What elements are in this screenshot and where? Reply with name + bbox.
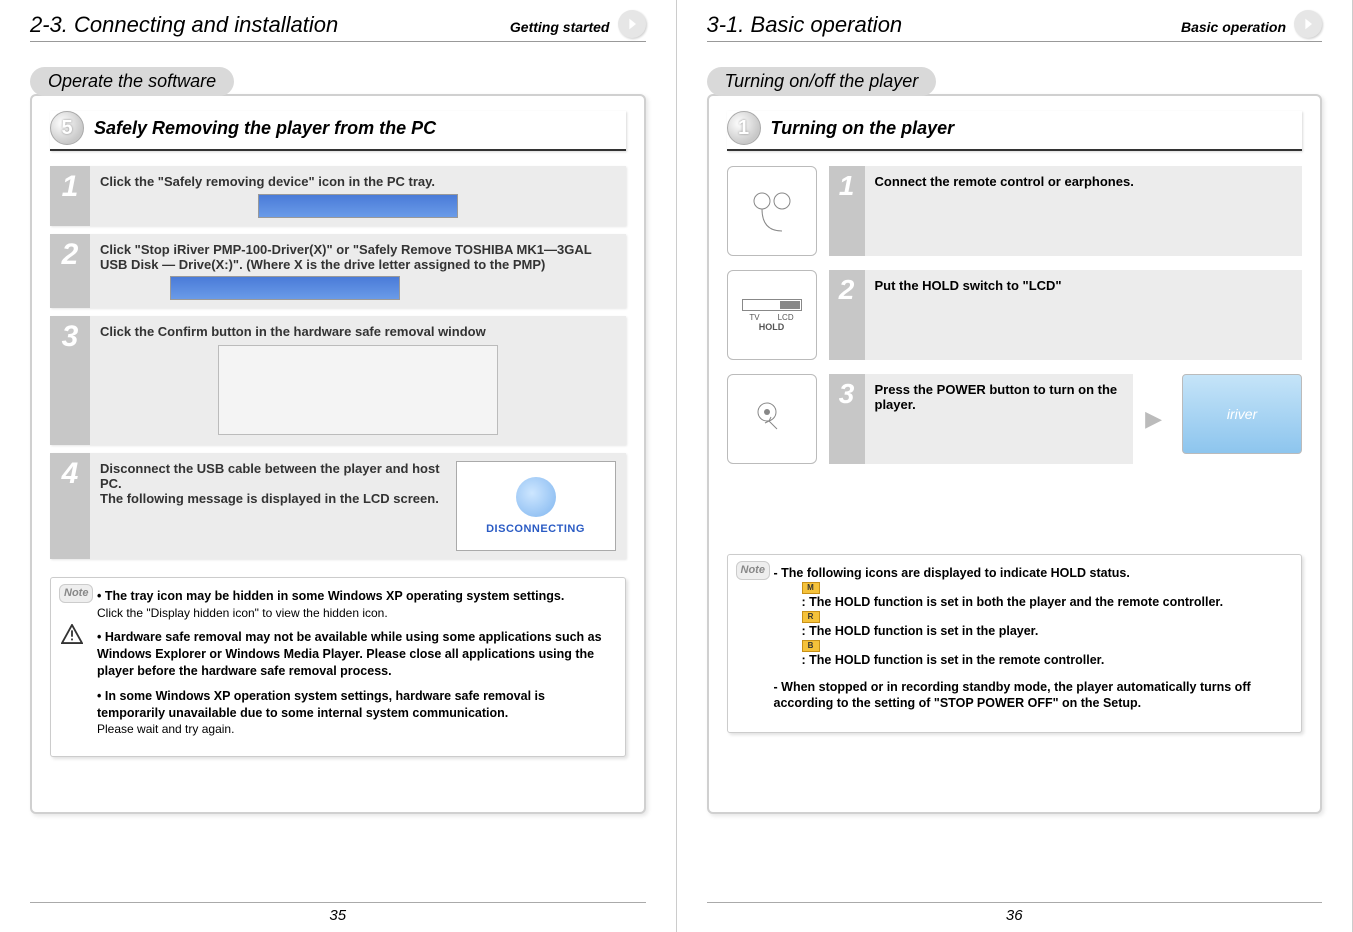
note-text: The following icons are displayed to ind…: [781, 566, 1130, 580]
step-text: Disconnect the USB cable between the pla…: [100, 461, 446, 506]
forward-arrow-icon: [1294, 10, 1322, 38]
forward-arrow-icon: [618, 10, 646, 38]
note-item: The following icons are displayed to ind…: [774, 565, 1290, 669]
iriver-logo-icon: iriver: [1182, 374, 1302, 454]
step-2: 2 Click "Stop iRiver PMP-100-Driver(X)" …: [50, 234, 626, 308]
step-number: 2: [50, 234, 90, 308]
step-3: 3 Click the Confirm button in the hardwa…: [50, 316, 626, 445]
step-text: Click the "Safely removing device" icon …: [100, 174, 435, 189]
note-text: In some Windows XP operation system sett…: [97, 689, 545, 720]
disconnect-label: DISCONNECTING: [486, 523, 585, 535]
popup-screenshot-icon: [170, 276, 400, 300]
note-badge-icon: Note: [736, 561, 770, 580]
subheading-row: 5 Safely Removing the player from the PC: [50, 111, 626, 151]
content-tab: Operate the software: [30, 67, 234, 96]
step-number: 1: [50, 166, 90, 226]
note-text: Hardware safe removal may not be availab…: [97, 630, 602, 678]
tv-label: TV: [749, 313, 759, 322]
step-body: Click the Confirm button in the hardware…: [90, 316, 626, 445]
step-number: 3: [829, 374, 865, 464]
note-text: When stopped or in recording standby mod…: [774, 680, 1251, 711]
step-text: Put the HOLD switch to "LCD": [865, 270, 1303, 360]
warning-icon: [61, 624, 83, 644]
hold-text: : The HOLD function is set in the player…: [802, 623, 1290, 640]
earphone-illustration-icon: [727, 166, 817, 256]
step-text: Press the POWER button to turn on the pl…: [865, 374, 1134, 464]
header-left: 2-3. Connecting and installation Getting…: [30, 10, 646, 42]
content-tab: Turning on/off the player: [707, 67, 937, 96]
note-box: Note The following icons are displayed t…: [727, 554, 1303, 733]
step-number: 2: [829, 270, 865, 360]
step-number: 1: [829, 166, 865, 256]
step-text: Click the Confirm button in the hardware…: [100, 324, 486, 339]
note-subtext: Click the "Display hidden icon" to view …: [97, 605, 613, 621]
note-text: The tray icon may be hidden in some Wind…: [105, 589, 564, 603]
lcd-label: LCD: [778, 313, 794, 322]
note-box: Note The tray icon may be hidden in some…: [50, 577, 626, 757]
hold-switch-illustration-icon: TV LCD HOLD: [727, 270, 817, 360]
step-2-row: TV LCD HOLD 2 Put the HOLD switch to "LCD…: [727, 270, 1303, 360]
page-right: 3-1. Basic operation Basic operation Tur…: [677, 0, 1353, 932]
section-number-icon: 1: [727, 111, 761, 145]
section-label: Getting started: [510, 19, 610, 35]
hold-text: : The HOLD function is set in the remote…: [802, 652, 1290, 669]
hold-label: HOLD: [759, 322, 785, 332]
power-button-illustration-icon: [727, 374, 817, 464]
arrow-icon: ▶: [1145, 406, 1162, 432]
dialog-screenshot-icon: [218, 345, 498, 435]
step-text: Click "Stop iRiver PMP-100-Driver(X)" or…: [100, 242, 591, 272]
section-number-icon: 5: [50, 111, 84, 145]
note-item: The tray icon may be hidden in some Wind…: [97, 588, 613, 621]
note-item: Hardware safe removal may not be availab…: [97, 629, 613, 680]
step-4: 4 Disconnect the USB cable between the p…: [50, 453, 626, 559]
note-badge-icon: Note: [59, 584, 93, 603]
step-body: Click "Stop iRiver PMP-100-Driver(X)" or…: [90, 234, 626, 308]
step-1: 1 Click the "Safely removing device" ico…: [50, 166, 626, 226]
hold-m-icon: M: [802, 582, 820, 594]
step-body: Click the "Safely removing device" icon …: [90, 166, 626, 226]
subheading-row: 1 Turning on the player: [727, 111, 1303, 151]
page-number: 35: [30, 902, 646, 924]
step-number: 3: [50, 316, 90, 445]
content-panel-left: 5 Safely Removing the player from the PC…: [30, 94, 646, 814]
section-label: Basic operation: [1181, 19, 1286, 35]
hold-text: : The HOLD function is set in both the p…: [802, 594, 1290, 611]
hold-r-icon: R: [802, 611, 820, 623]
tray-screenshot-icon: [258, 194, 458, 218]
hold-icon-list: M: The HOLD function is set in both the …: [774, 582, 1290, 669]
disconnect-screenshot: DISCONNECTING: [456, 461, 616, 551]
page-number: 36: [707, 902, 1323, 924]
header-right: 3-1. Basic operation Basic operation: [707, 10, 1323, 42]
hold-b-icon: B: [802, 640, 820, 652]
disconnect-icon: [516, 477, 556, 517]
step-1-row: 1 Connect the remote control or earphone…: [727, 166, 1303, 256]
note-item: When stopped or in recording standby mod…: [774, 679, 1290, 713]
step-text: Connect the remote control or earphones.: [865, 166, 1303, 256]
note-subtext: Please wait and try again.: [97, 721, 613, 737]
step-3-row: 3 Press the POWER button to turn on the …: [727, 374, 1303, 464]
step-number: 4: [50, 453, 90, 559]
chapter-title: 2-3. Connecting and installation: [30, 12, 510, 38]
content-panel-right: 1 Turning on the player 1 Connect the re…: [707, 94, 1323, 814]
page-left: 2-3. Connecting and installation Getting…: [0, 0, 677, 932]
section-heading: Safely Removing the player from the PC: [94, 118, 436, 139]
section-heading: Turning on the player: [771, 118, 955, 139]
note-item: In some Windows XP operation system sett…: [97, 688, 613, 738]
chapter-title: 3-1. Basic operation: [707, 12, 1181, 38]
step-body: Disconnect the USB cable between the pla…: [90, 453, 626, 559]
